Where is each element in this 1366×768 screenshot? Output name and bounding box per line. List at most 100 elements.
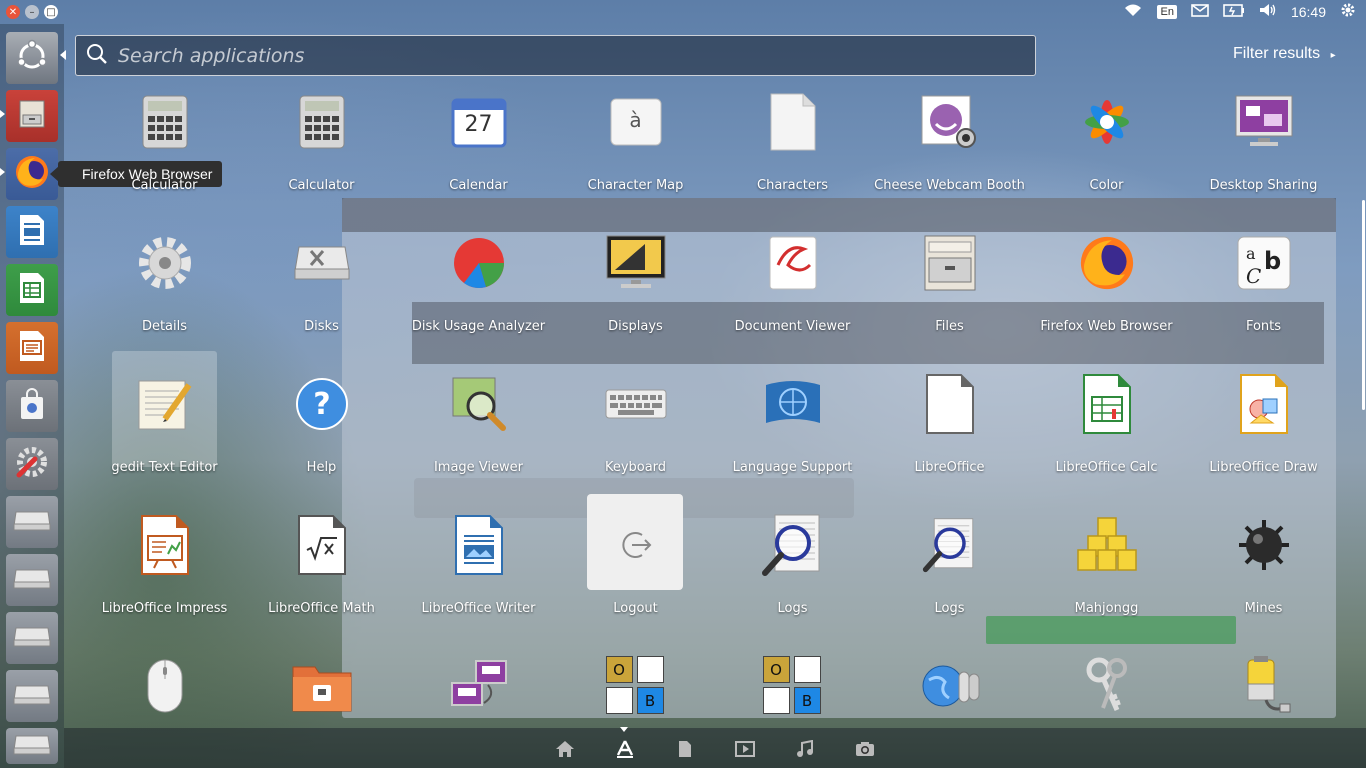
app-network[interactable]	[400, 648, 557, 724]
app-help[interactable]: ? Help	[243, 366, 400, 496]
launcher-dash-button[interactable]	[6, 32, 58, 84]
libreoffice-calc-icon	[17, 271, 47, 309]
lens-photos[interactable]	[854, 740, 876, 762]
network-globe-icon	[918, 654, 982, 718]
tiles-icon: O B	[761, 654, 825, 718]
launcher-running-pip	[0, 168, 5, 176]
app-libreoffice-calc[interactable]: LibreOffice Calc	[1028, 366, 1185, 496]
lens-home[interactable]	[554, 740, 576, 762]
lens-files[interactable]	[674, 740, 696, 762]
app-label: LibreOffice Calc	[1055, 460, 1158, 475]
app-image-viewer[interactable]: Image Viewer	[400, 366, 557, 496]
mail-icon[interactable]	[1191, 3, 1209, 21]
app-logs[interactable]: Logs	[871, 507, 1028, 637]
app-label: LibreOffice Math	[268, 601, 375, 616]
maximize-window-button[interactable]: □	[44, 5, 58, 19]
app-libreoffice-impress[interactable]: LibreOffice Impress	[86, 507, 243, 637]
tiles-icon: O B	[604, 654, 668, 718]
app-firefox-web-browser[interactable]: Firefox Web Browser	[1028, 225, 1185, 355]
launcher-libreoffice-writer[interactable]	[6, 206, 58, 258]
launcher-drive[interactable]	[6, 670, 58, 722]
launcher-drive[interactable]	[6, 612, 58, 664]
lens-video[interactable]	[734, 740, 756, 762]
search-input[interactable]	[118, 44, 998, 67]
applications-icon	[615, 739, 635, 763]
app-character-map[interactable]: à Character Map	[557, 84, 714, 214]
app-displays[interactable]: Displays	[557, 225, 714, 355]
app-label: Color	[1089, 178, 1124, 193]
minimize-window-button[interactable]: –	[25, 5, 39, 19]
app-desktop-sharing[interactable]: Desktop Sharing	[1185, 84, 1342, 214]
launcher-drive[interactable]	[6, 554, 58, 606]
lens-music[interactable]	[794, 739, 816, 762]
app-tiles[interactable]: O B	[557, 648, 714, 724]
app-label: Fonts	[1245, 319, 1282, 334]
app-network-globe[interactable]	[871, 648, 1028, 724]
video-icon	[735, 741, 755, 761]
launcher-drive[interactable]	[6, 728, 58, 764]
app-libreoffice-math[interactable]: LibreOffice Math	[243, 507, 400, 637]
keyboard-icon	[604, 372, 668, 436]
launcher-drive[interactable]	[6, 496, 58, 548]
app-mahjongg[interactable]: Mahjongg	[1028, 507, 1185, 637]
app-logs[interactable]: Logs	[714, 507, 871, 637]
battery-icon[interactable]	[1223, 3, 1245, 21]
hard-drive-icon	[12, 732, 52, 760]
app-cheese-webcam-booth[interactable]: Cheese Webcam Booth	[871, 84, 1028, 214]
app-keyboard[interactable]: Keyboard	[557, 366, 714, 496]
keyboard-layout-indicator[interactable]: En	[1157, 5, 1177, 19]
app-label: Logs	[934, 601, 965, 616]
settings-gear-icon[interactable]	[1340, 2, 1356, 22]
launcher-libreoffice-impress[interactable]	[6, 322, 58, 374]
app-label: Disk Usage Analyzer	[411, 319, 546, 334]
app-disks[interactable]: Disks	[243, 225, 400, 355]
wifi-icon[interactable]	[1123, 3, 1143, 21]
app-color[interactable]: Color	[1028, 84, 1185, 214]
svg-text:C: C	[1246, 264, 1261, 288]
tile-blank	[605, 687, 633, 714]
launcher-system-settings[interactable]	[6, 438, 58, 490]
app-libreoffice-draw[interactable]: LibreOffice Draw	[1185, 366, 1342, 496]
app-calculator[interactable]: Calculator	[86, 84, 243, 214]
app-calendar[interactable]: 27 Calendar	[400, 84, 557, 214]
app-mines[interactable]: Mines	[1185, 507, 1342, 637]
shopping-bag-icon	[17, 387, 47, 425]
launcher-files[interactable]	[6, 90, 58, 142]
grid-scrollbar[interactable]	[1362, 200, 1365, 410]
launcher-ubuntu-software[interactable]	[6, 380, 58, 432]
app-label: Mahjongg	[1074, 601, 1139, 616]
app-disk-usage-analyzer[interactable]: Disk Usage Analyzer	[400, 225, 557, 355]
app-gedit-text-editor[interactable]: gedit Text Editor	[86, 351, 243, 496]
app-document-viewer[interactable]: Document Viewer	[714, 225, 871, 355]
search-box[interactable]	[75, 35, 1036, 76]
tile-blank	[793, 656, 821, 683]
app-folder-share[interactable]	[243, 648, 400, 724]
lens-applications[interactable]	[614, 740, 636, 762]
filter-results-label: Filter results	[1233, 45, 1321, 62]
svg-text:a: a	[1246, 244, 1256, 263]
app-language-support[interactable]: Language Support	[714, 366, 871, 496]
app-label: Cheese Webcam Booth	[874, 178, 1025, 193]
volume-icon[interactable]	[1259, 3, 1277, 21]
app-libreoffice[interactable]: LibreOffice	[871, 366, 1028, 496]
filter-results-button[interactable]: Filter results ▸	[1233, 45, 1336, 63]
tile-blank	[762, 687, 790, 714]
app-mouse[interactable]	[86, 648, 243, 724]
clock[interactable]: 16:49	[1291, 4, 1326, 20]
libreoffice-impress-icon	[133, 513, 197, 577]
app-fonts[interactable]: abC Fonts	[1185, 225, 1342, 355]
app-tiles[interactable]: O B	[714, 648, 871, 724]
app-libreoffice-writer[interactable]: LibreOffice Writer	[400, 507, 557, 637]
app-power-statistics[interactable]	[1185, 648, 1342, 724]
app-details[interactable]: Details	[86, 225, 243, 355]
app-keys[interactable]	[1028, 648, 1185, 724]
hard-drive-icon	[12, 624, 52, 652]
close-window-button[interactable]: ✕	[6, 5, 20, 19]
app-logout[interactable]: Logout	[557, 494, 714, 637]
app-files[interactable]: Files	[871, 225, 1028, 355]
logout-icon	[604, 513, 668, 577]
app-calculator[interactable]: Calculator	[243, 84, 400, 214]
displays-icon	[604, 231, 668, 295]
app-characters[interactable]: Characters	[714, 84, 871, 214]
launcher-libreoffice-calc[interactable]	[6, 264, 58, 316]
